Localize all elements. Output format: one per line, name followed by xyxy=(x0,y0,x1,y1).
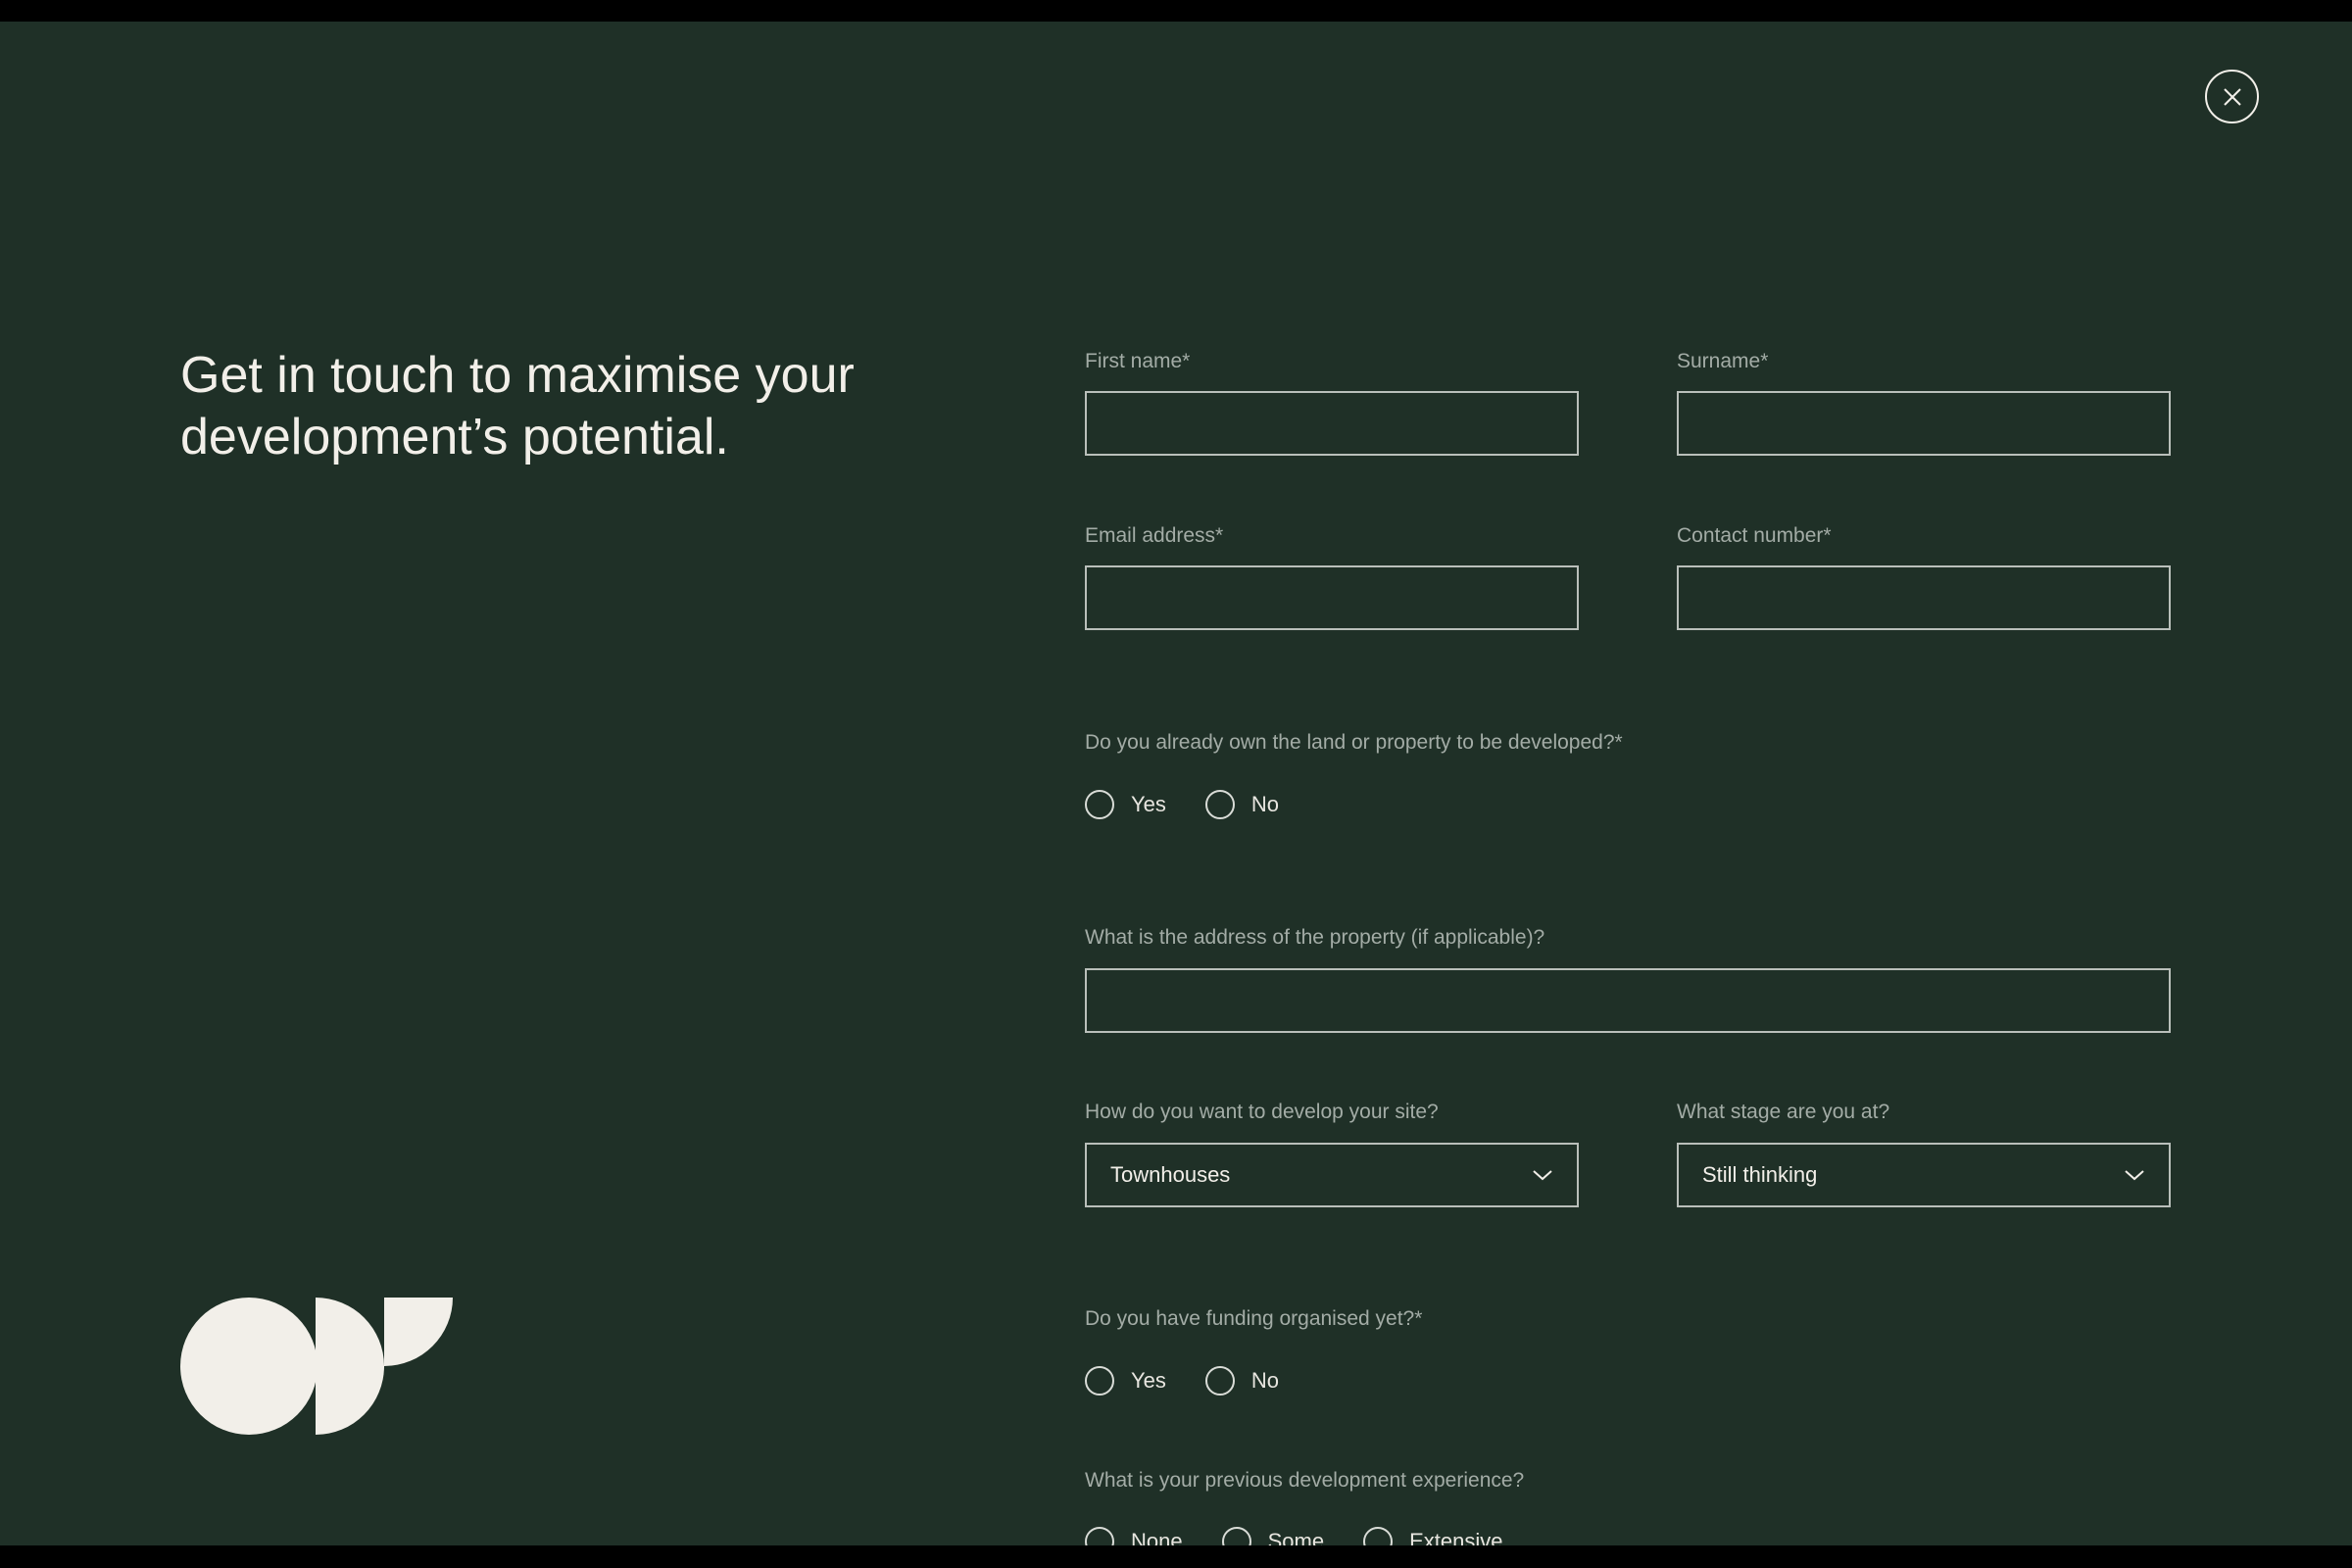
contact-number-label: Contact number* xyxy=(1677,524,1832,547)
radio-circle[interactable] xyxy=(1085,1527,1114,1545)
radio-label: Yes xyxy=(1131,792,1166,816)
property-address-label: What is the address of the property (if … xyxy=(1085,926,1545,949)
radio-label: No xyxy=(1250,792,1280,816)
funding-yes-option[interactable]: Yes xyxy=(1085,1366,1166,1396)
radio-circle[interactable] xyxy=(1363,1527,1394,1545)
radio-circle[interactable] xyxy=(1085,1366,1114,1396)
funding-radio-group: Yes No xyxy=(1085,1366,1318,1396)
experience-radio-group: None Some Extensive xyxy=(1085,1527,1542,1545)
surname-input[interactable] xyxy=(1677,391,2171,456)
own-land-yes-option[interactable]: Yes xyxy=(1085,790,1166,819)
develop-type-selected-value: Townhouses xyxy=(1110,1162,1231,1187)
radio-circle[interactable] xyxy=(1221,1527,1251,1545)
contact-form-overlay: Get in touch to maximise your developmen… xyxy=(0,22,2352,1545)
property-address-input[interactable] xyxy=(1085,968,2171,1033)
close-icon xyxy=(2223,87,2241,106)
brand-logo-icon xyxy=(180,1298,453,1435)
own-land-question: Do you already own the land or property … xyxy=(1085,731,1623,754)
first-name-label: First name* xyxy=(1085,350,1191,372)
own-land-no-option[interactable]: No xyxy=(1204,790,1280,819)
radio-circle[interactable] xyxy=(1204,1366,1235,1396)
contact-number-input[interactable] xyxy=(1677,565,2171,630)
stage-selected-value: Still thinking xyxy=(1702,1162,1818,1187)
experience-extensive-option[interactable]: Extensive xyxy=(1363,1527,1502,1545)
email-input[interactable] xyxy=(1085,565,1579,630)
experience-some-option[interactable]: Some xyxy=(1221,1527,1325,1545)
experience-question: What is your previous development experi… xyxy=(1085,1469,1525,1492)
own-land-radio-group: Yes No xyxy=(1085,790,1318,819)
chevron-down-icon xyxy=(2125,1170,2144,1181)
radio-label: Extensive xyxy=(1409,1529,1503,1545)
funding-no-option[interactable]: No xyxy=(1204,1366,1280,1396)
stage-label: What stage are you at? xyxy=(1677,1101,1890,1123)
page-title: Get in touch to maximise your developmen… xyxy=(180,347,855,466)
chevron-down-icon xyxy=(1533,1170,1552,1181)
radio-label: Some xyxy=(1267,1529,1325,1545)
radio-label: None xyxy=(1131,1529,1183,1545)
funding-question: Do you have funding organised yet?* xyxy=(1085,1307,1423,1330)
email-label: Email address* xyxy=(1085,524,1224,547)
experience-none-option[interactable]: None xyxy=(1085,1527,1183,1545)
stage-select[interactable]: Still thinking xyxy=(1677,1143,2171,1207)
radio-circle[interactable] xyxy=(1204,790,1235,819)
develop-type-label: How do you want to develop your site? xyxy=(1085,1101,1439,1123)
surname-label: Surname* xyxy=(1677,350,1769,372)
develop-type-select[interactable]: Townhouses xyxy=(1085,1143,1579,1207)
radio-circle[interactable] xyxy=(1085,790,1114,819)
close-button[interactable] xyxy=(2205,70,2259,123)
radio-label: No xyxy=(1250,1368,1280,1393)
radio-label: Yes xyxy=(1131,1368,1166,1393)
first-name-input[interactable] xyxy=(1085,391,1579,456)
